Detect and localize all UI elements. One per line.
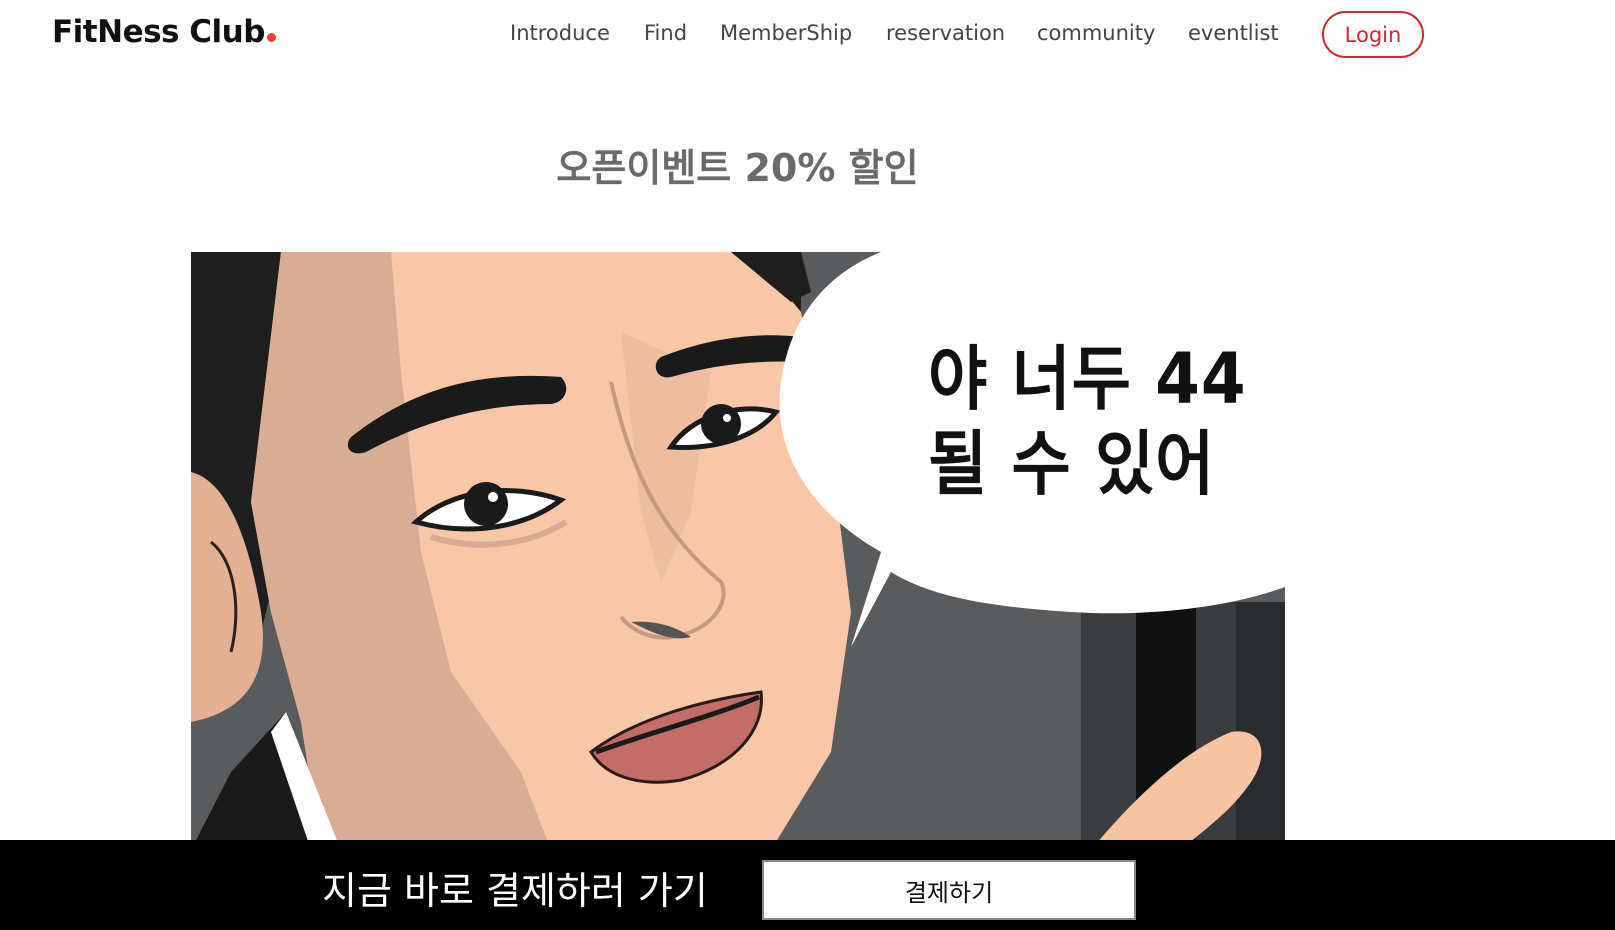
event-banner-image: 야 너두 44 될 수 있어	[191, 252, 1285, 850]
logo[interactable]: FitNess Club	[52, 14, 276, 50]
nav-find[interactable]: Find	[644, 21, 687, 45]
checkout-bar-text: 지금 바로 결제하러 가기	[322, 869, 708, 913]
speech-line-2: 될 수 있어	[928, 423, 1216, 505]
site-header: FitNess Club Introduce Find MemberShip r…	[0, 0, 1615, 72]
logo-text: FitNess Club	[52, 14, 265, 50]
speech-bubble-text: 야 너두 44 될 수 있어	[928, 337, 1247, 507]
checkout-bar: 지금 바로 결제하러 가기 결제하기	[0, 840, 1615, 930]
pay-button[interactable]: 결제하기	[762, 860, 1136, 920]
nav-membership[interactable]: MemberShip	[720, 21, 852, 45]
login-button[interactable]: Login	[1322, 11, 1424, 58]
nav-reservation[interactable]: reservation	[886, 21, 1005, 45]
page: FitNess Club Introduce Find MemberShip r…	[0, 0, 1615, 930]
event-title: 오픈이벤트 20% 할인	[556, 146, 919, 191]
nav-community[interactable]: community	[1037, 21, 1155, 45]
speech-line-1: 야 너두 44	[928, 338, 1247, 420]
logo-dot	[266, 33, 276, 42]
nav-introduce[interactable]: Introduce	[510, 21, 610, 45]
nav-eventlist[interactable]: eventlist	[1188, 21, 1279, 45]
